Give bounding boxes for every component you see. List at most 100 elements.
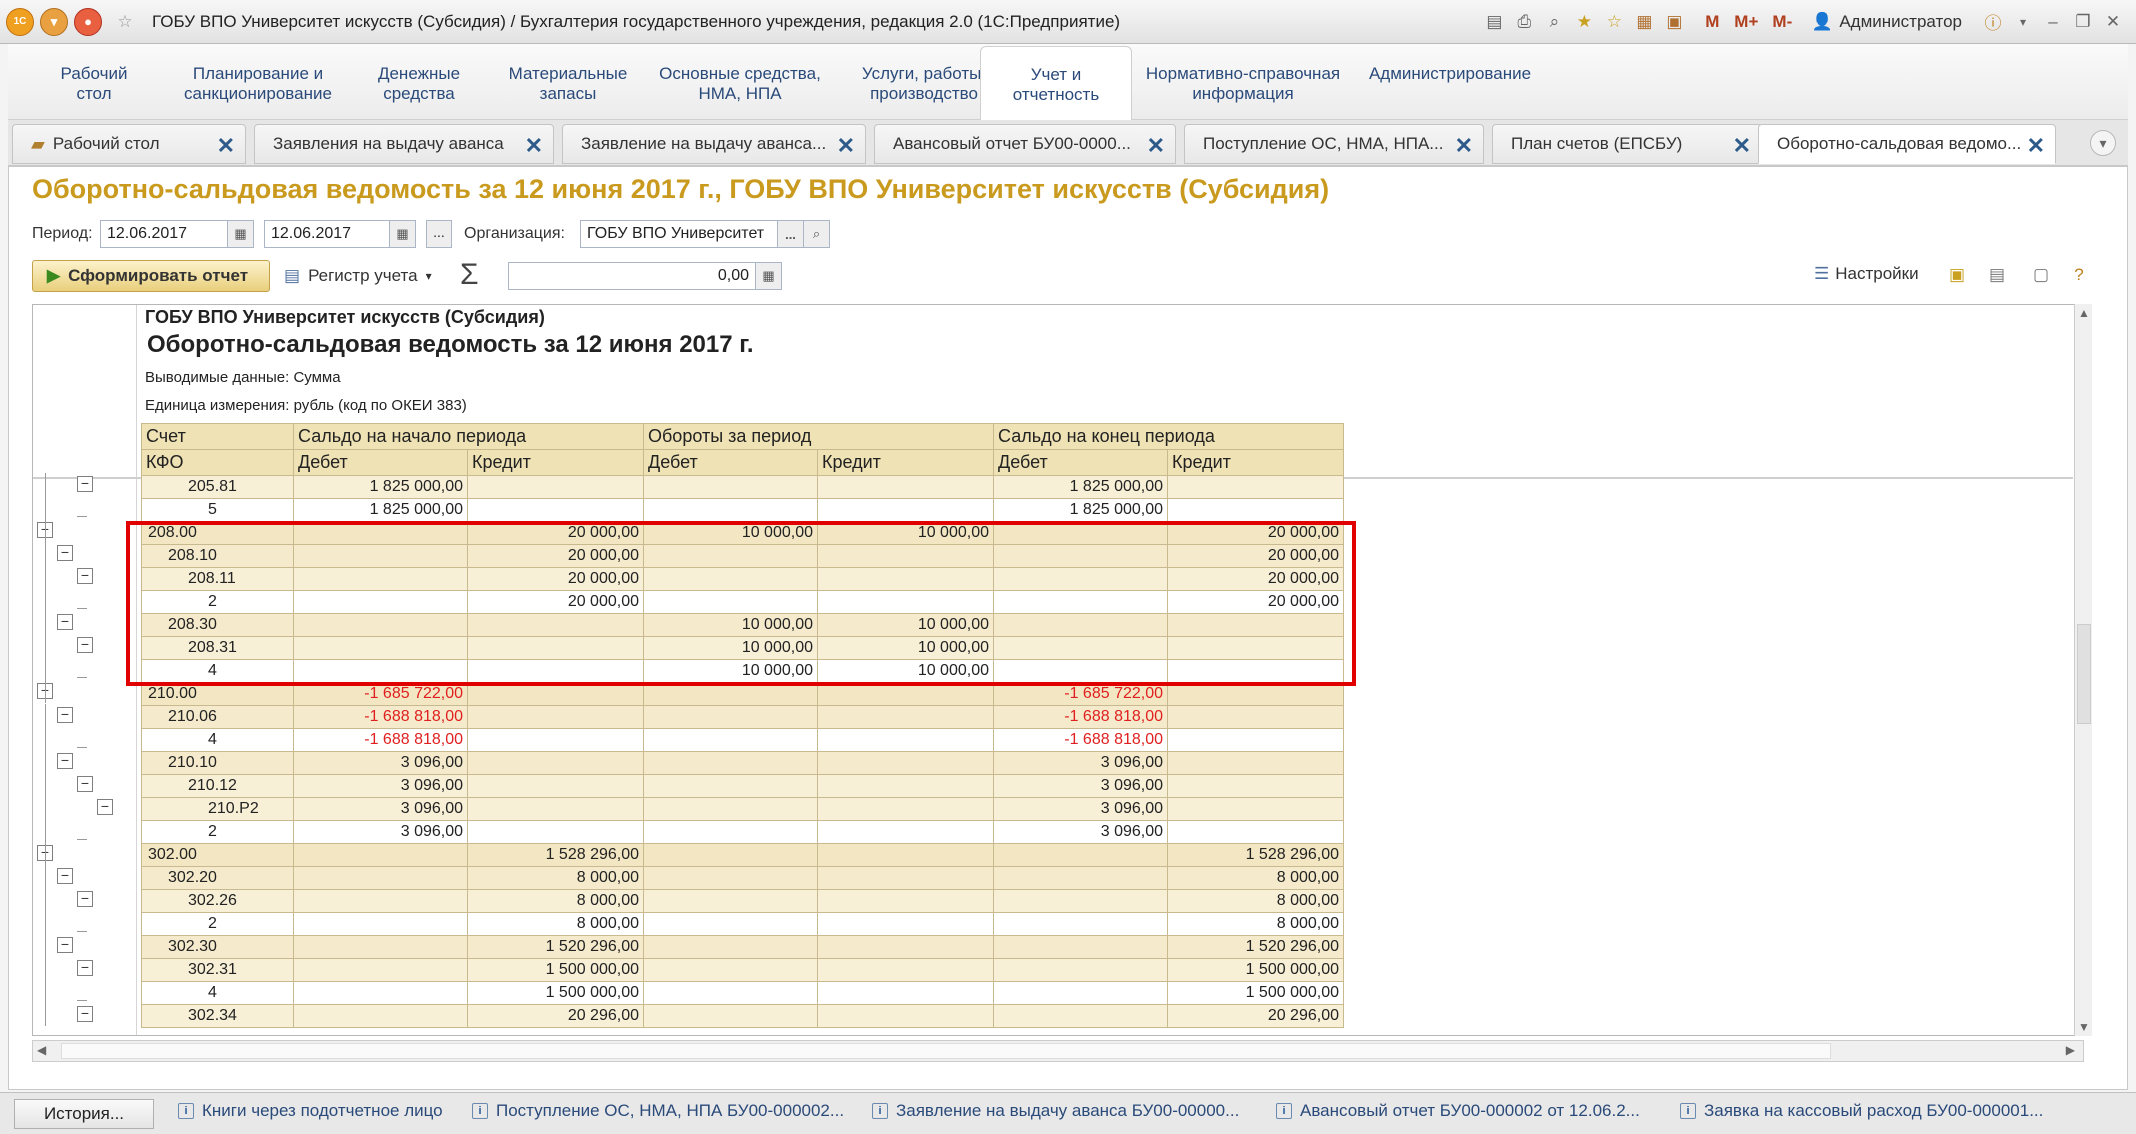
value-cell[interactable]: 8 000,00 — [1167, 912, 1344, 936]
help-icon[interactable]: ? — [2066, 262, 2092, 288]
table-row[interactable]: 205.81 1 825 000,00 1 825 000,00 — [141, 475, 1344, 499]
account-cell[interactable]: 4 — [141, 981, 294, 1005]
value-cell[interactable] — [467, 705, 644, 729]
account-cell[interactable]: 302.30 — [141, 935, 294, 959]
value-cell[interactable] — [1167, 751, 1344, 775]
section-fixed-assets[interactable]: Основные средства, НМА, НПА — [640, 64, 840, 104]
close-tab-icon[interactable]: ✕ — [2027, 133, 2045, 159]
save-settings-icon[interactable]: ▤ — [1984, 262, 2010, 288]
value-cell[interactable]: 8 000,00 — [467, 866, 644, 890]
collapse-group-icon[interactable]: − — [57, 614, 73, 631]
info-icon[interactable]: ⓘ — [1980, 9, 2006, 35]
favorite-star-icon[interactable]: ☆ — [112, 9, 138, 35]
value-cell[interactable] — [643, 475, 818, 499]
value-cell[interactable] — [643, 958, 818, 982]
section-accounting[interactable]: Учет и отчетность — [980, 46, 1132, 120]
table-row[interactable]: 4 -1 688 818,00 -1 688 818,00 — [141, 728, 1344, 752]
value-cell[interactable] — [993, 958, 1168, 982]
value-cell[interactable]: -1 688 818,00 — [293, 728, 468, 752]
value-cell[interactable]: 1 528 296,00 — [467, 843, 644, 867]
value-cell[interactable]: 8 000,00 — [467, 912, 644, 936]
value-cell[interactable] — [817, 935, 994, 959]
home-icon[interactable]: ● — [74, 7, 102, 36]
value-cell[interactable]: 3 096,00 — [293, 774, 468, 798]
value-cell[interactable]: -1 688 818,00 — [293, 705, 468, 729]
value-cell[interactable] — [643, 498, 818, 522]
tab-turnover-sheet[interactable]: Оборотно-сальдовая ведомо... ✕ — [1758, 124, 2056, 164]
calculator-icon[interactable]: ▦ — [1631, 9, 1657, 35]
value-cell[interactable] — [1167, 475, 1344, 499]
organization-select-button[interactable]: ... — [777, 221, 803, 247]
account-cell[interactable]: 210.06 — [141, 705, 294, 729]
value-cell[interactable]: 1 825 000,00 — [993, 498, 1168, 522]
value-cell[interactable] — [293, 843, 468, 867]
value-cell[interactable] — [817, 866, 994, 890]
value-cell[interactable]: 8 000,00 — [467, 889, 644, 913]
account-cell[interactable]: 302.20 — [141, 866, 294, 890]
value-cell[interactable] — [993, 935, 1168, 959]
value-cell[interactable]: 1 500 000,00 — [467, 958, 644, 982]
value-cell[interactable]: 3 096,00 — [293, 820, 468, 844]
history-item[interactable]: i Заявление на выдачу аванса БУ00-00000..… — [872, 1101, 1239, 1121]
tab-advance-report[interactable]: Авансовый отчет БУ00-0000... ✕ — [874, 124, 1176, 164]
account-cell[interactable]: 302.34 — [141, 1004, 294, 1028]
value-cell[interactable] — [467, 498, 644, 522]
app-logo[interactable]: 1С — [6, 7, 34, 36]
value-cell[interactable] — [643, 728, 818, 752]
value-cell[interactable] — [643, 1004, 818, 1028]
value-cell[interactable] — [817, 705, 994, 729]
value-cell[interactable]: 1 500 000,00 — [1167, 958, 1344, 982]
table-row[interactable]: 210.10 3 096,00 3 096,00 — [141, 751, 1344, 775]
period-from-field[interactable]: 12.06.2017 ▦ — [100, 220, 254, 248]
account-cell[interactable]: 5 — [141, 498, 294, 522]
value-cell[interactable]: 20 296,00 — [1167, 1004, 1344, 1028]
value-cell[interactable] — [643, 751, 818, 775]
collapse-group-icon[interactable]: − — [77, 637, 93, 654]
add-favorite-icon[interactable]: ★ — [1571, 9, 1597, 35]
generate-report-button[interactable]: ▶ Сформировать отчет — [32, 260, 270, 292]
collapse-group-icon[interactable]: − — [97, 798, 113, 815]
close-window-icon[interactable]: ✕ — [2100, 9, 2126, 35]
close-tab-icon[interactable]: ✕ — [217, 133, 235, 159]
tab-chart-of-accounts[interactable]: План счетов (ЕПСБУ) ✕ — [1492, 124, 1762, 164]
close-tab-icon[interactable]: ✕ — [837, 133, 855, 159]
calculator-icon[interactable]: ▦ — [755, 263, 781, 289]
collapse-group-icon[interactable]: − — [57, 706, 73, 723]
value-cell[interactable] — [817, 912, 994, 936]
account-cell[interactable]: 302.31 — [141, 958, 294, 982]
scroll-down-icon[interactable]: ▼ — [2078, 1020, 2090, 1034]
section-desktop[interactable]: Рабочий стол — [34, 64, 154, 104]
value-cell[interactable]: 1 500 000,00 — [467, 981, 644, 1005]
value-cell[interactable]: 1 528 296,00 — [1167, 843, 1344, 867]
period-select-button[interactable]: ... — [426, 220, 452, 248]
account-cell[interactable]: 210.P2 — [141, 797, 294, 821]
value-cell[interactable] — [643, 705, 818, 729]
value-cell[interactable] — [817, 774, 994, 798]
value-cell[interactable] — [643, 843, 818, 867]
scroll-thumb[interactable] — [2077, 624, 2091, 724]
collapse-group-icon[interactable]: − — [77, 568, 93, 585]
info-dropdown-icon[interactable]: ▾ — [2010, 9, 2036, 35]
settings-button[interactable]: ☰ Настройки — [1814, 264, 1919, 284]
history-item[interactable]: i Заявка на кассовый расход БУ00-000001..… — [1680, 1101, 2043, 1121]
section-reference[interactable]: Нормативно-справочная информация — [1130, 64, 1356, 104]
value-cell[interactable] — [643, 866, 818, 890]
value-cell[interactable]: 3 096,00 — [293, 797, 468, 821]
account-cell[interactable]: 2 — [141, 820, 294, 844]
value-cell[interactable] — [467, 774, 644, 798]
user-name[interactable]: Администратор — [1839, 12, 1962, 32]
value-cell[interactable] — [293, 935, 468, 959]
window-settings-icon[interactable]: ▢ — [2028, 262, 2054, 288]
value-cell[interactable] — [993, 889, 1168, 913]
account-cell[interactable]: 302.26 — [141, 889, 294, 913]
section-cash[interactable]: Денежные средства — [354, 64, 484, 104]
table-row[interactable]: 302.20 8 000,00 8 000,00 — [141, 866, 1344, 890]
value-cell[interactable] — [817, 958, 994, 982]
value-cell[interactable] — [643, 820, 818, 844]
account-cell[interactable]: 210.12 — [141, 774, 294, 798]
close-tab-icon[interactable]: ✕ — [525, 133, 543, 159]
value-cell[interactable]: 3 096,00 — [993, 751, 1168, 775]
section-inventory[interactable]: Материальные запасы — [488, 64, 648, 104]
tabs-dropdown-icon[interactable]: ▾ — [2090, 130, 2116, 156]
value-cell[interactable] — [817, 820, 994, 844]
